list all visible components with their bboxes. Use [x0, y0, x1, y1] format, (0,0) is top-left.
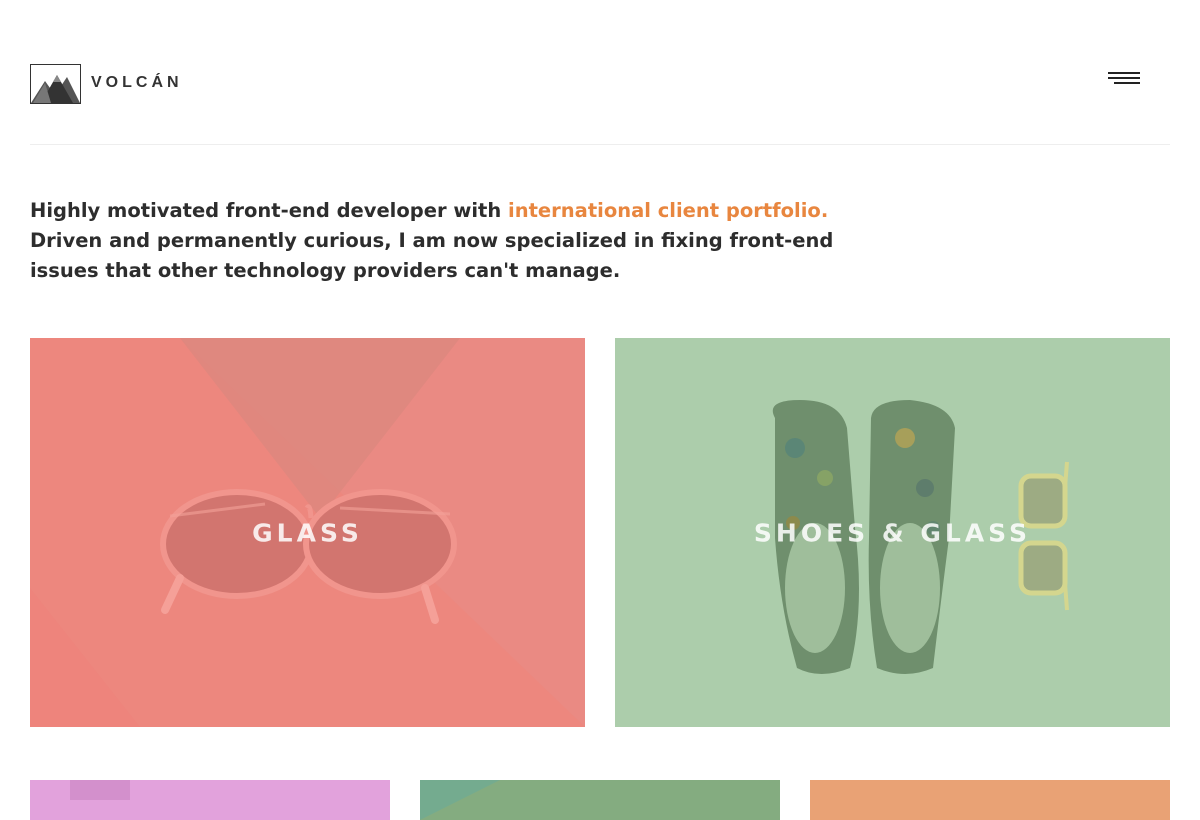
tile-label-glass: GLASS [252, 518, 363, 547]
portfolio-tile-glass[interactable]: GLASS [30, 338, 585, 727]
intro-text: Highly motivated front-end developer wit… [30, 199, 509, 222]
intro-paragraph: Highly motivated front-end developer wit… [30, 196, 900, 286]
portfolio-tile-shoes-glass[interactable]: SHOES & GLASS [615, 338, 1170, 727]
portfolio-tile-small[interactable] [30, 780, 390, 820]
intro-text-continued: Driven and permanently curious, I am now… [30, 229, 834, 282]
header-divider [30, 144, 1170, 145]
portfolio-tile-small[interactable] [810, 780, 1170, 820]
brand-name[interactable]: VOLCÁN [91, 74, 183, 92]
tile-image [420, 780, 500, 820]
tile-label-shoes-glass: SHOES & GLASS [753, 518, 1032, 547]
site-header: VOLCÁN [30, 64, 1170, 104]
intro-highlight-link[interactable]: international client portfolio. [508, 199, 828, 222]
mountain-logo-icon[interactable] [30, 64, 81, 104]
hamburger-menu-icon[interactable] [1108, 68, 1140, 88]
tile-image [70, 780, 130, 800]
portfolio-tile-small[interactable] [420, 780, 780, 820]
